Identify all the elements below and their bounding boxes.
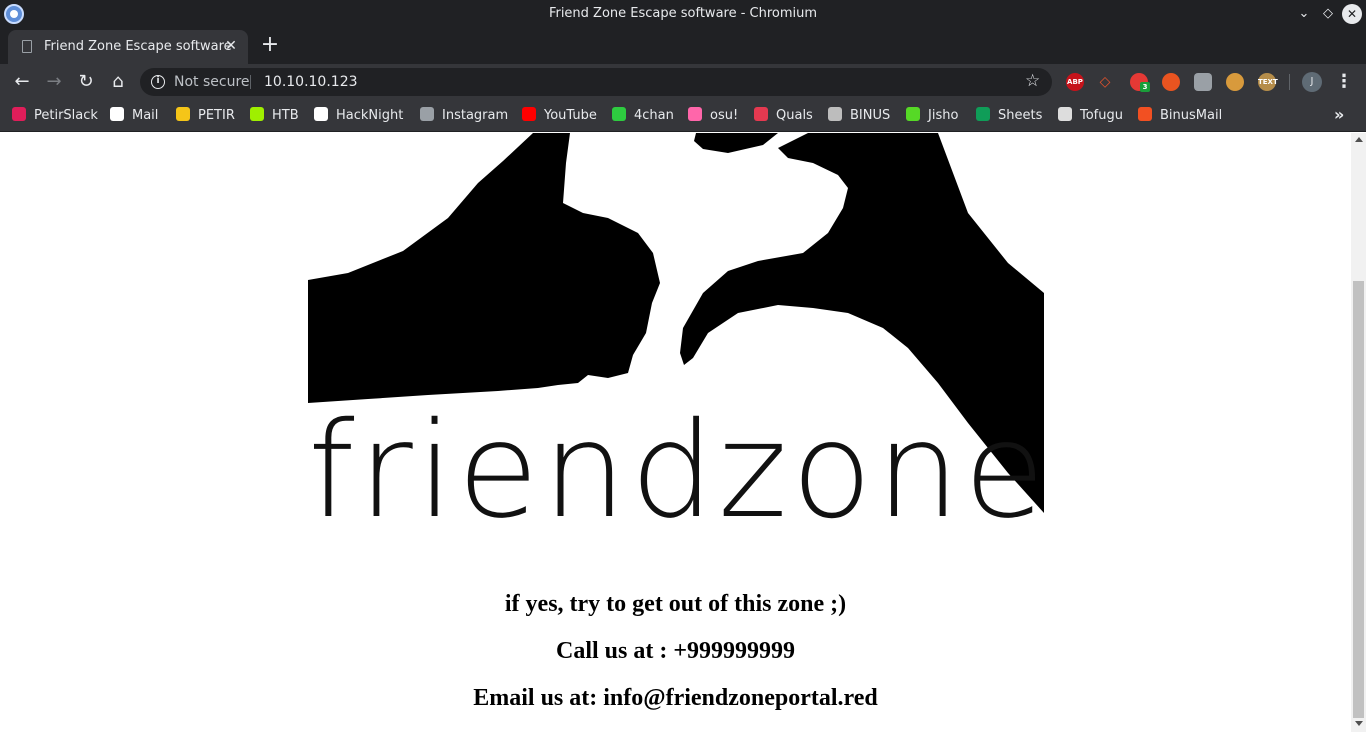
- bookmark-label: YouTube: [544, 108, 597, 123]
- line-extension-icon[interactable]: [1194, 73, 1212, 91]
- scroll-down-arrow[interactable]: [1355, 721, 1363, 726]
- forward-button[interactable]: →: [42, 70, 66, 94]
- profile-avatar[interactable]: J: [1302, 72, 1322, 92]
- logo-wordmark: friendzone: [308, 394, 1049, 548]
- slack-icon: [12, 107, 26, 121]
- github-icon: [314, 107, 328, 121]
- bookmark-label: Instagram: [442, 108, 509, 123]
- minimize-button[interactable]: ⌄: [1294, 4, 1314, 24]
- bookmark-petir[interactable]: PETIR: [176, 107, 235, 125]
- bookmark-label: 4chan: [634, 108, 674, 123]
- tab-close-icon[interactable]: ✕: [222, 37, 240, 55]
- binus-icon: [828, 107, 842, 121]
- email-line: Email us at: info@friendzoneportal.red: [473, 685, 878, 711]
- microsoft-icon: [1138, 107, 1152, 121]
- bookmark-sheets[interactable]: Sheets: [976, 107, 1042, 125]
- bookmark-binus[interactable]: BINUS: [828, 107, 890, 125]
- bookmark-tofugu[interactable]: Tofugu: [1058, 107, 1123, 125]
- tab-friend-zone[interactable]: Friend Zone Escape software ✕: [8, 30, 248, 64]
- bookmark-binusmail[interactable]: BinusMail: [1138, 107, 1222, 125]
- bookmark-label: BinusMail: [1160, 108, 1223, 123]
- window-title: Friend Zone Escape software - Chromium: [548, 6, 818, 21]
- text-extension-icon[interactable]: TEXT: [1258, 73, 1278, 91]
- menu-icon[interactable]: ⋮: [1334, 70, 1354, 94]
- bookmark-hacknight[interactable]: HackNight: [314, 107, 403, 125]
- clover-icon: [612, 107, 626, 121]
- bookmark-label: BINUS: [850, 108, 891, 123]
- bookmark-quals[interactable]: Quals: [754, 107, 813, 125]
- url-text[interactable]: 10.10.10.123: [264, 74, 358, 90]
- back-button[interactable]: ←: [10, 70, 34, 94]
- bookmark-label: Quals: [776, 108, 813, 123]
- bookmark-youtube[interactable]: YouTube: [522, 107, 597, 125]
- brave-extension-icon[interactable]: ◇: [1096, 73, 1114, 91]
- sheets-icon: [976, 107, 990, 121]
- adblock-plus-icon[interactable]: ABP: [1066, 73, 1084, 91]
- bookmark-label: HackNight: [336, 108, 404, 123]
- youtube-icon: [522, 107, 536, 121]
- new-tab-button[interactable]: +: [258, 34, 282, 58]
- omnibox-divider: [250, 75, 251, 89]
- bookmark-label: HTB: [272, 108, 299, 123]
- bookmark-htb[interactable]: HTB: [250, 107, 299, 125]
- extension-badge-icon[interactable]: 3: [1130, 73, 1150, 92]
- quals-icon: [754, 107, 768, 121]
- bookmark-label: PETIR: [198, 108, 235, 123]
- page-icon: [22, 40, 32, 53]
- bookmark-osu[interactable]: osu!: [688, 107, 738, 125]
- bookmark-label: Mail: [132, 108, 159, 123]
- bookmark-jisho[interactable]: Jisho: [906, 107, 958, 125]
- scroll-up-arrow[interactable]: [1355, 137, 1363, 142]
- phone-line: Call us at : +999999999: [555, 638, 795, 664]
- page-icon: [420, 107, 434, 121]
- vertical-scrollbar[interactable]: [1351, 133, 1366, 732]
- toolbar-separator: [1289, 74, 1290, 90]
- bookmark-4chan[interactable]: 4chan: [612, 107, 674, 125]
- maximize-button[interactable]: ◇: [1318, 4, 1338, 24]
- friendzone-logo-image: friendzone: [308, 133, 1049, 571]
- tab-strip: Friend Zone Escape software ✕ +: [0, 28, 1366, 64]
- ubuntu-icon[interactable]: [1162, 73, 1180, 91]
- tab-title: Friend Zone Escape software: [44, 39, 232, 54]
- title-bar: Friend Zone Escape software - Chromium ⌄…: [0, 0, 1366, 28]
- page-viewport: friendzone if yes, try to get out of thi…: [0, 133, 1351, 732]
- bookmark-label: Sheets: [998, 108, 1043, 123]
- page-text: if yes, try to get out of this zone ;) C…: [0, 588, 1351, 729]
- bookmark-petirslack[interactable]: PetirSlack: [12, 107, 98, 125]
- bookmark-label: Tofugu: [1080, 108, 1123, 123]
- lightning-icon: [176, 107, 190, 121]
- bookmark-label: osu!: [710, 108, 739, 123]
- osu-icon: [688, 107, 702, 121]
- bookmark-instagram[interactable]: Instagram: [420, 107, 508, 125]
- extension-badge-count: 3: [1140, 82, 1150, 92]
- security-label[interactable]: Not secure: [174, 74, 250, 90]
- bookmark-label: PetirSlack: [34, 108, 98, 123]
- bookmarks-bar: » PetirSlack Mail PETIR HTB HackNight Instagr…: [0, 100, 1366, 132]
- tofugu-icon: [1058, 107, 1072, 121]
- cookie-icon[interactable]: [1226, 73, 1244, 91]
- mail-icon: [110, 107, 124, 121]
- more-bookmarks-icon[interactable]: »: [1334, 105, 1344, 124]
- info-icon[interactable]: i: [151, 75, 165, 89]
- bookmark-star-icon[interactable]: ☆: [1025, 71, 1040, 91]
- bookmark-mail[interactable]: Mail: [110, 107, 158, 125]
- home-button[interactable]: ⌂: [106, 70, 130, 94]
- scrollbar-thumb[interactable]: [1353, 281, 1364, 718]
- escape-tagline: if yes, try to get out of this zone ;): [504, 591, 847, 617]
- jisho-icon: [906, 107, 920, 121]
- close-window-button[interactable]: ✕: [1342, 4, 1362, 24]
- browser-toolbar: ← → ↻ ⌂ i Not secure 10.10.10.123 ☆ ABP …: [0, 64, 1366, 100]
- cube-icon: [250, 107, 264, 121]
- reload-button[interactable]: ↻: [74, 70, 98, 94]
- bookmark-label: Jisho: [928, 108, 959, 123]
- address-bar[interactable]: i Not secure 10.10.10.123 ☆: [140, 68, 1052, 96]
